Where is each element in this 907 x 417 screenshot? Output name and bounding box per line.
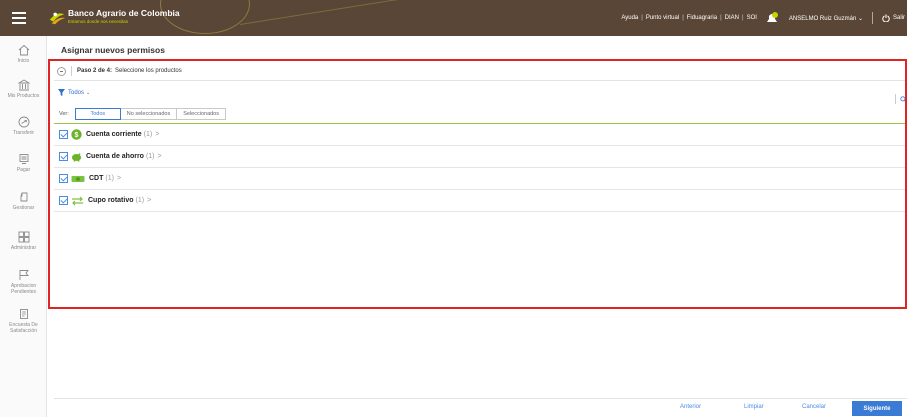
survey-icon xyxy=(19,309,28,319)
sidebar-item-aprobacion[interactable]: Aprobacion Pendientes xyxy=(0,269,47,295)
notification-bell-icon[interactable] xyxy=(765,11,779,25)
chevron-right-icon: > xyxy=(147,197,152,204)
transfer-icon xyxy=(18,116,29,128)
help-link[interactable]: Ayuda xyxy=(621,15,638,21)
product-count: (1) xyxy=(105,175,114,182)
logout-button[interactable]: Salir xyxy=(882,14,907,22)
product-row-cdt[interactable]: CDT (1) > xyxy=(54,168,907,190)
power-icon xyxy=(882,14,890,22)
sidebar-item-transferir[interactable]: Transferir xyxy=(0,116,47,136)
bank-logo xyxy=(49,12,66,25)
sidebar: Inicio Mis Productos Transferir Pagar Ge… xyxy=(0,36,47,417)
main-content: Asignar nuevos permisos Paso 2 de 4: Sel… xyxy=(54,36,907,417)
view-label: Ver: xyxy=(59,111,69,117)
chevron-down-icon: ⌄ xyxy=(857,15,863,22)
svg-text:$: $ xyxy=(75,132,79,139)
soi-link[interactable]: SOI xyxy=(747,15,757,21)
chevron-right-icon: > xyxy=(157,153,162,160)
previous-button[interactable]: Anterior xyxy=(680,404,701,410)
product-name: Cupo rotativo xyxy=(88,197,134,204)
top-links: Ayuda | Punto virtual | Fiduagraria | DI… xyxy=(621,0,907,36)
tab-no-seleccionados[interactable]: No seleccionados xyxy=(120,109,178,119)
dollar-circle-icon: $ xyxy=(71,129,82,140)
sidebar-item-productos[interactable]: Mis Productos xyxy=(0,79,47,99)
checkbox[interactable] xyxy=(59,174,68,183)
search-icon xyxy=(900,95,907,103)
admin-icon xyxy=(18,231,29,243)
fiduagraria-link[interactable]: Fiduagraria xyxy=(687,15,717,21)
tab-todos[interactable]: Todos xyxy=(74,108,121,120)
sidebar-item-pagar[interactable]: Pagar xyxy=(0,153,47,173)
product-count: (1) xyxy=(135,197,145,204)
collapse-icon[interactable] xyxy=(57,66,66,76)
virtual-point-link[interactable]: Punto virtual xyxy=(646,15,679,21)
sidebar-item-administrar[interactable]: Administrar xyxy=(0,231,47,251)
user-name: ANSELMO Ruiz Guzmán xyxy=(788,15,857,22)
filter-label: Todos xyxy=(68,89,85,96)
checkbox[interactable] xyxy=(59,130,68,139)
clear-button[interactable]: Limpiar xyxy=(744,404,764,410)
chevron-right-icon: > xyxy=(116,175,122,182)
dian-link[interactable]: DIAN xyxy=(725,15,739,21)
next-button[interactable]: Siguiente xyxy=(852,401,902,416)
menu-icon[interactable] xyxy=(12,12,26,24)
product-name: Cuenta corriente xyxy=(86,131,142,138)
product-count: (1) xyxy=(145,153,155,160)
filter-icon xyxy=(58,89,65,96)
sidebar-item-encuesta[interactable]: Encuesta De Satisfacción xyxy=(0,308,47,334)
sidebar-item-inicio[interactable]: Inicio xyxy=(0,44,47,64)
brand-name: Banco Agrario de Colombia xyxy=(68,8,180,18)
chevron-down-icon: ⌄ xyxy=(86,89,91,96)
product-row-cuenta-corriente[interactable]: $ Cuenta corriente (1) > xyxy=(54,124,907,146)
logout-label: Salir xyxy=(892,15,905,21)
user-menu[interactable]: ANSELMO Ruiz Guzmán ⌄ xyxy=(789,15,863,22)
pay-icon xyxy=(19,154,28,164)
cancel-button[interactable]: Cancelar xyxy=(802,404,826,410)
step-number: Paso 2 de 4: xyxy=(77,68,113,74)
bank-icon xyxy=(17,79,30,91)
brand[interactable]: Banco Agrario de Colombia Estamos donde … xyxy=(68,8,180,24)
product-name: CDT xyxy=(89,175,104,182)
filter-dropdown[interactable]: Todos ⌄ xyxy=(58,89,90,96)
chevron-right-icon: > xyxy=(155,131,160,138)
checkbox[interactable] xyxy=(59,196,68,205)
checkbox[interactable] xyxy=(59,152,68,161)
sidebar-item-gestionar[interactable]: Gestionar xyxy=(0,191,47,211)
banknote-icon xyxy=(71,173,85,184)
view-tabs: Todos No seleccionados Seleccionados xyxy=(74,108,226,120)
step-description: Seleccione los productos xyxy=(115,68,182,74)
piggy-bank-icon xyxy=(71,151,82,162)
brand-slogan: Estamos donde nos necesitan xyxy=(68,19,129,24)
product-row-cupo-rotativo[interactable]: Cupo rotativo (1) > xyxy=(54,190,907,212)
search-toggle[interactable] xyxy=(895,94,907,104)
rotate-arrows-icon xyxy=(71,195,84,206)
product-name: Cuenta de ahorro xyxy=(86,153,144,160)
page-title: Asignar nuevos permisos xyxy=(61,45,165,55)
product-count: (1) xyxy=(143,131,153,138)
view-selector: Ver: Todos No seleccionados Seleccionado… xyxy=(59,108,226,120)
action-bar: Anterior Limpiar Cancelar Siguiente xyxy=(54,398,907,417)
product-row-cuenta-ahorro[interactable]: Cuenta de ahorro (1) > xyxy=(54,146,907,168)
step-indicator: Paso 2 de 4: Seleccione los productos xyxy=(57,66,182,76)
manage-icon xyxy=(20,192,27,202)
top-bar: Banco Agrario de Colombia Estamos donde … xyxy=(0,0,907,36)
home-icon xyxy=(18,44,29,56)
tab-seleccionados[interactable]: Seleccionados xyxy=(177,109,225,119)
decorative-line xyxy=(239,0,418,25)
flag-icon xyxy=(19,270,29,280)
